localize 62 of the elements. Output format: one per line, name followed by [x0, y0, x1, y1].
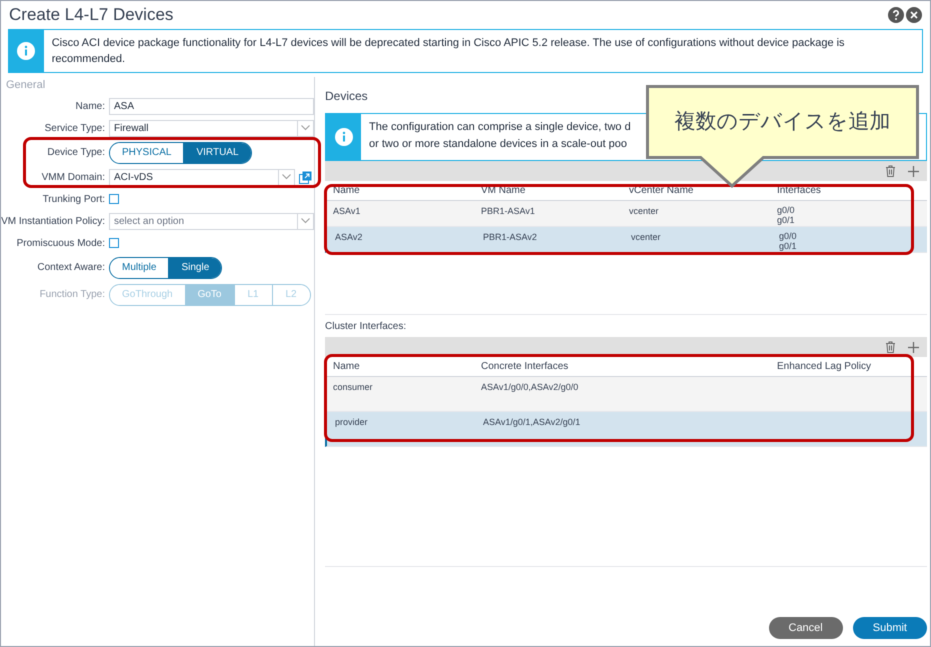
- field-label: Promiscuous Mode:: [16, 236, 105, 250]
- table-cell: g0/1: [779, 241, 797, 251]
- section-heading: Cluster Interfaces:: [325, 320, 408, 334]
- table-row[interactable]: consumer ASAv1/g0/0,ASAv2/g0/0: [325, 377, 927, 412]
- chevron-down-icon: [301, 218, 310, 224]
- field-label: VM Instantiation Policy:: [1, 214, 105, 228]
- column-header: Enhanced Lag Policy: [777, 360, 872, 374]
- info-text: or two or more standalone devices in a scale-out poo: [369, 137, 628, 152]
- name-field[interactable]: ASA: [109, 98, 314, 114]
- checkbox[interactable]: [109, 238, 119, 248]
- info-text: The configuration can comprise a single device, two d: [369, 120, 631, 135]
- table-cell: PBR1-ASAv2: [483, 232, 537, 242]
- field-label: Context Aware:: [36, 261, 105, 275]
- table-cell: g0/0: [779, 231, 797, 241]
- table-cell: ASAv1/g0/0,ASAv2/g0/0: [481, 382, 578, 392]
- field-label: Name:: [74, 100, 105, 114]
- column-header: Interfaces: [777, 184, 821, 198]
- add-icon[interactable]: [908, 342, 919, 352]
- section-heading: Devices: [325, 88, 369, 105]
- table-cell: g0/1: [777, 215, 795, 225]
- select-field[interactable]: select an option: [109, 212, 314, 230]
- table-cell: provider: [335, 417, 368, 427]
- segment-tab[interactable]: VIRTUAL: [183, 142, 251, 162]
- table-cell: vcenter: [631, 232, 661, 242]
- table-cell: g0/0: [777, 205, 795, 215]
- checkbox[interactable]: [109, 194, 119, 204]
- callout-pointer: [699, 156, 765, 189]
- chevron-down-icon: [301, 125, 310, 131]
- banner-text: Cisco ACI device package functionality for L4-L7 devices will be deprecated starting in Cisco APIC 5.2 release. The use of configurations without device package is recommended.: [50, 36, 846, 67]
- trash-icon[interactable]: [885, 165, 896, 177]
- window-title: Create L4-L7 Devices: [9, 4, 174, 26]
- table-cell: ASAv1: [333, 206, 360, 216]
- section-heading: General: [5, 78, 46, 93]
- table-cell: vcenter: [629, 206, 659, 216]
- table-cell: ASAv2: [335, 232, 362, 242]
- cancel-button[interactable]: Cancel: [768, 617, 843, 639]
- table-cell: PBR1-ASAv1: [481, 206, 535, 216]
- chevron-down-icon: [282, 174, 291, 180]
- info-icon: [17, 42, 36, 60]
- field-label: Service Type:: [44, 122, 105, 136]
- open-window-icon[interactable]: [299, 170, 312, 184]
- add-icon[interactable]: [908, 166, 919, 176]
- select-field[interactable]: Firewall: [109, 120, 314, 136]
- table-cell: ASAv1/g0/1,ASAv2/g0/1: [483, 417, 580, 427]
- field-label: Trunking Port:: [42, 192, 105, 206]
- field-label: Function Type:: [38, 288, 105, 302]
- table-cell: consumer: [333, 382, 373, 392]
- info-icon: [334, 128, 352, 146]
- submit-button[interactable]: Submit: [852, 617, 927, 639]
- trash-icon[interactable]: [885, 341, 896, 353]
- column-header: Name: [333, 184, 361, 198]
- segment-tab[interactable]: Single: [168, 258, 222, 278]
- column-header: Concrete Interfaces: [481, 360, 570, 374]
- table-row[interactable]: ASAv2 PBR1-ASAv2 vcenter g0/0 g0/1: [325, 227, 927, 253]
- select-field[interactable]: ACI-vDS: [109, 168, 295, 186]
- table-row[interactable]: provider ASAv1/g0/1,ASAv2/g0/1: [325, 412, 927, 447]
- close-icon[interactable]: [906, 7, 922, 23]
- field-label: VMM Domain:: [40, 170, 105, 184]
- field-label: Device Type:: [46, 146, 105, 160]
- help-icon[interactable]: [888, 7, 904, 23]
- column-header: Name: [333, 360, 361, 374]
- table-row[interactable]: ASAv1 PBR1-ASAv1 vcenter g0/0 g0/1: [325, 201, 927, 227]
